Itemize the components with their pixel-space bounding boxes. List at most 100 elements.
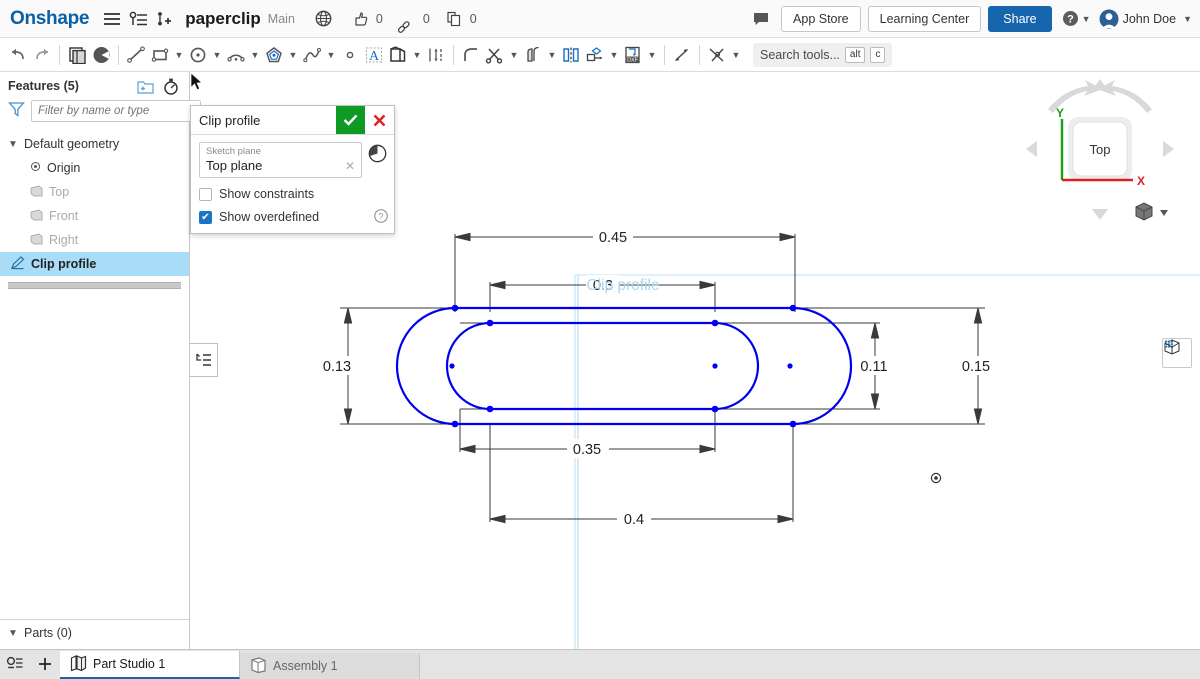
dimension-label-0-13[interactable]: 0.13: [323, 359, 351, 375]
document-branch[interactable]: Main: [268, 12, 295, 26]
clear-x-icon[interactable]: ✕: [345, 159, 355, 173]
chevron-down-icon[interactable]: ▼: [286, 42, 300, 68]
sketch-region-boundary: [574, 274, 1200, 649]
toolbar-separator: [118, 44, 119, 65]
mirror-tool-icon[interactable]: [559, 42, 583, 68]
point-tool-icon[interactable]: [338, 42, 362, 68]
parts-header[interactable]: ▼ Parts (0): [8, 626, 181, 640]
polygon-tool-icon[interactable]: [262, 42, 286, 68]
extrude-icon[interactable]: [89, 42, 113, 68]
sketch-plane-icon[interactable]: [368, 144, 387, 168]
fillet-tool-icon[interactable]: [459, 42, 483, 68]
dimension-label-0-45[interactable]: 0.45: [599, 230, 627, 246]
use-projection-icon[interactable]: [386, 42, 410, 68]
chevron-down-icon[interactable]: ▼: [324, 42, 338, 68]
sidebar-item-right[interactable]: Right: [0, 228, 189, 252]
feature-list-flyout-tab[interactable]: [190, 343, 218, 377]
globe-icon[interactable]: [311, 6, 337, 32]
likes-counter[interactable]: 0: [347, 6, 390, 32]
new-folder-icon[interactable]: [135, 76, 155, 96]
origin-icon: [30, 161, 41, 175]
undo-icon[interactable]: [6, 42, 30, 68]
share-button[interactable]: Share: [988, 5, 1052, 32]
chevron-down-icon[interactable]: ▼: [545, 42, 559, 68]
document-title[interactable]: paperclip: [185, 9, 261, 29]
view-cube[interactable]: Top Y X: [1020, 77, 1180, 232]
user-menu[interactable]: John Doe ▼: [1099, 9, 1192, 29]
version-graph-icon[interactable]: [125, 6, 151, 32]
comment-icon[interactable]: [748, 6, 774, 32]
dimension-label-0-4[interactable]: 0.4: [624, 512, 644, 528]
chevron-down-icon[interactable]: ▼: [248, 42, 262, 68]
line-tool-icon[interactable]: [124, 42, 148, 68]
constraint-tool-icon[interactable]: [670, 42, 694, 68]
chevron-down-icon[interactable]: ▼: [8, 139, 18, 150]
redo-icon[interactable]: [30, 42, 54, 68]
learning-center-button[interactable]: Learning Center: [867, 5, 982, 32]
app-store-button[interactable]: App Store: [781, 5, 861, 32]
dimension-label-0-15[interactable]: 0.15: [962, 359, 990, 375]
show-constraints-checkbox[interactable]: Show constraints: [199, 187, 386, 201]
chevron-down-icon[interactable]: ▼: [210, 42, 224, 68]
sidebar-item-front[interactable]: Front: [0, 204, 189, 228]
chevron-down-icon[interactable]: ▼: [607, 42, 621, 68]
thumbs-up-icon[interactable]: [347, 6, 373, 32]
transform-tool-icon[interactable]: [583, 42, 607, 68]
tab-assembly-1[interactable]: Assembly 1: [240, 653, 420, 679]
checkbox-box[interactable]: [199, 187, 212, 201]
copies-counter[interactable]: 0: [441, 6, 484, 32]
dxf-import-icon[interactable]: DXF: [621, 42, 645, 68]
rectangle-tool-icon[interactable]: [148, 42, 172, 68]
axis-x-label: X: [1137, 174, 1145, 188]
cancel-button[interactable]: [365, 106, 394, 134]
dimension-label-0-11[interactable]: 0.11: [860, 359, 887, 375]
offset-tool-icon[interactable]: [521, 42, 545, 68]
arc-tool-icon[interactable]: [224, 42, 248, 68]
sketch-plane-field[interactable]: Sketch plane Top plane ✕: [199, 142, 362, 178]
feature-history-icon[interactable]: [161, 76, 181, 96]
accept-button[interactable]: [336, 106, 365, 134]
view-cube-menu-icon: [1135, 202, 1153, 221]
tree-item-label: Clip profile: [31, 257, 97, 271]
spline-tool-icon[interactable]: [300, 42, 324, 68]
links-counter[interactable]: 0: [394, 6, 437, 33]
dimension-label-0-35[interactable]: 0.35: [573, 442, 601, 458]
chevron-down-icon: [1160, 210, 1168, 216]
chevron-down-icon[interactable]: ▼: [410, 42, 424, 68]
sidebar-item-default-geometry[interactable]: ▼ Default geometry: [0, 132, 189, 156]
filter-input[interactable]: [31, 100, 201, 122]
chevron-down-icon[interactable]: ▼: [507, 42, 521, 68]
sidebar-item-clip-profile[interactable]: Clip profile: [0, 252, 189, 276]
checkbox-box[interactable]: ✔: [199, 210, 212, 224]
filter-icon[interactable]: [8, 101, 25, 122]
construction-tool-icon[interactable]: [705, 42, 729, 68]
add-tab-button[interactable]: [30, 649, 60, 679]
toolbar-separator: [664, 44, 665, 65]
chevron-down-icon[interactable]: ▼: [172, 42, 186, 68]
rollback-bar[interactable]: [8, 282, 181, 289]
chevron-down-icon[interactable]: ▼: [8, 628, 18, 639]
add-version-icon[interactable]: [151, 6, 177, 32]
chevron-down-icon[interactable]: ▼: [729, 42, 743, 68]
chevron-down-icon[interactable]: ▼: [645, 42, 659, 68]
dimension-tool-icon[interactable]: [424, 42, 448, 68]
trim-tool-icon[interactable]: [483, 42, 507, 68]
circle-tool-icon[interactable]: [186, 42, 210, 68]
search-tools-input[interactable]: Search tools... alt c: [753, 42, 893, 67]
tab-part-studio-1[interactable]: Part Studio 1: [60, 651, 240, 679]
arrow-right-icon: [1163, 141, 1174, 157]
help-icon[interactable]: ?: [374, 209, 388, 228]
sidebar-item-origin[interactable]: Origin: [0, 156, 189, 180]
show-overdefined-checkbox[interactable]: ✔ Show overdefined: [199, 210, 386, 224]
copy-icon[interactable]: [441, 6, 467, 32]
link-icon[interactable]: [394, 6, 420, 33]
sidebar-item-top[interactable]: Top: [0, 180, 189, 204]
display-mode-button[interactable]: [1162, 338, 1192, 368]
search-tabs-icon[interactable]: [0, 649, 30, 679]
help-menu[interactable]: ? ▼: [1062, 10, 1091, 27]
onshape-logo[interactable]: Onshape: [10, 8, 90, 30]
plane-icon: [30, 208, 43, 224]
hamburger-icon[interactable]: [99, 6, 125, 32]
text-tool-icon[interactable]: A: [362, 42, 386, 68]
sketch-icon[interactable]: [65, 42, 89, 68]
